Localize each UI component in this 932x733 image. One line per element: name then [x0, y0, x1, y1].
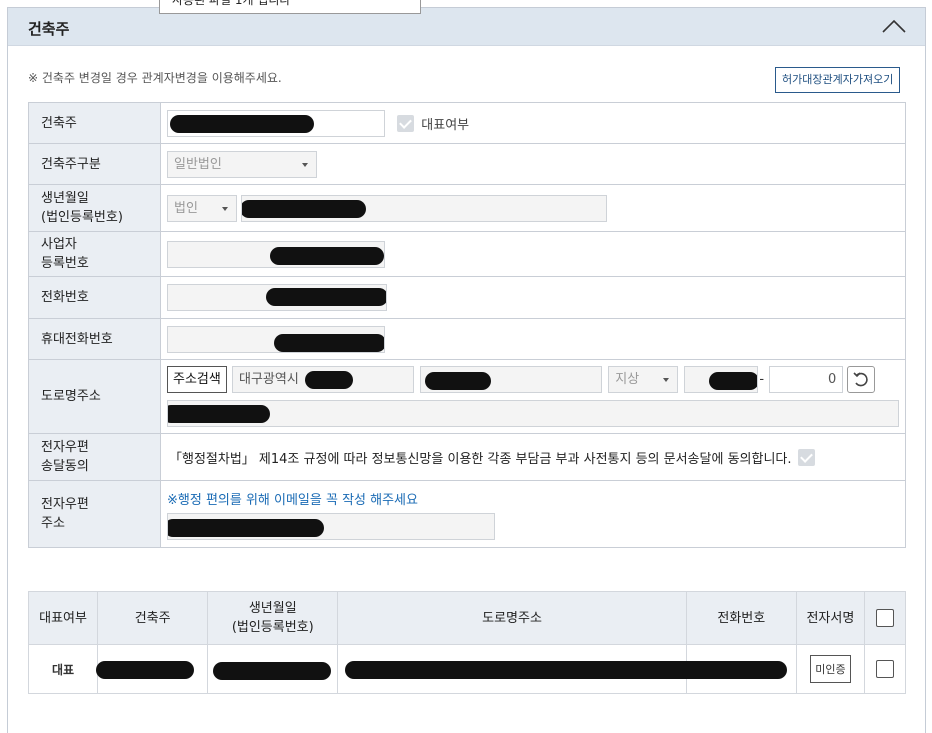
panel-title: 건축주	[28, 20, 70, 38]
email-label: 전자우편	[41, 497, 89, 512]
redaction	[242, 199, 367, 218]
address-dash: -	[759, 372, 765, 387]
row-epost-agree: 전자우편송달동의 「행정절차법」 제14조 규정에 따라 정보통신망을 이용한 …	[28, 433, 906, 481]
signature-status-button[interactable]: 미인증	[810, 655, 851, 683]
dropdown-arrow-icon	[663, 378, 670, 382]
dropdown-arrow-icon	[302, 162, 308, 167]
phone-label: 전화번호	[28, 276, 161, 319]
select-all-checkbox[interactable]	[875, 609, 894, 627]
col-phone: 전화번호	[685, 591, 797, 645]
mobile-label: 휴대전화번호	[28, 318, 161, 360]
redaction	[168, 518, 324, 537]
address-city-input[interactable]: 대구광역시	[231, 366, 414, 393]
representative-label: 대표여부	[421, 117, 470, 133]
redaction	[304, 371, 353, 389]
email-label-sub: 주소	[41, 516, 65, 531]
redaction	[213, 662, 332, 680]
epost-agree-label-sub: 송달동의	[41, 459, 89, 474]
dropdown-arrow-icon	[222, 206, 228, 211]
owner-list-table: 대표여부 건축주 생년월일 (법인등록번호) 도로명주소 전화번호 전자서명 대표…	[27, 591, 907, 694]
main-number-input[interactable]	[684, 366, 759, 393]
redaction	[425, 372, 492, 390]
mobile-input[interactable]	[167, 325, 385, 353]
row-bizno: 사업자등록번호	[28, 231, 906, 277]
chevron-up-icon[interactable]	[881, 17, 907, 37]
address-road-input[interactable]	[420, 366, 603, 393]
owner-type-select[interactable]: 일반법인	[167, 150, 317, 178]
bizno-label: 사업자	[41, 237, 77, 252]
row-birth: 생년월일 (법인등록번호) 법인	[28, 184, 906, 232]
owner-panel: 건축주 사용된 파일 1개 입니다 ※ 건축주 변경일 경우 관계자변경을 이용…	[7, 0, 926, 733]
redaction	[170, 114, 314, 133]
table-header-row: 대표여부 건축주 생년월일 (법인등록번호) 도로명주소 전화번호 전자서명	[27, 591, 907, 645]
col-road-address: 도로명주소	[337, 591, 687, 645]
address-city-text: 대구광역시	[238, 372, 299, 387]
redaction	[266, 288, 386, 306]
owner-name-input[interactable]	[167, 109, 385, 137]
epost-agree-label: 전자우편	[41, 440, 89, 455]
birth-type-value: 법인	[174, 200, 198, 216]
road-address-label: 도로명주소	[28, 359, 161, 434]
bizno-label-sub: 등록번호	[41, 256, 89, 271]
birth-type-select[interactable]: 법인	[167, 194, 237, 222]
redaction	[270, 246, 384, 265]
sub-number-value: 0	[827, 372, 837, 387]
refresh-icon[interactable]	[847, 366, 876, 393]
birth-label-sub: (법인등록번호)	[41, 210, 123, 225]
redaction	[96, 661, 195, 679]
tooltip-text: 사용된 파일 1개 입니다	[172, 0, 291, 7]
row-phone: 전화번호	[28, 276, 906, 319]
row-owner-type: 건축주구분 일반법인	[28, 143, 906, 185]
row-representative: 대표	[27, 644, 99, 694]
col-owner: 건축주	[97, 591, 209, 645]
col-birth-sub: (법인등록번호)	[231, 620, 314, 635]
sub-number-input[interactable]: 0	[769, 366, 844, 393]
row-mobile: 휴대전화번호	[28, 318, 906, 360]
address-search-button[interactable]: 주소검색	[167, 366, 227, 393]
redaction	[709, 372, 758, 390]
col-birth: 생년월일	[248, 601, 297, 616]
row-email: 전자우편주소 ※행정 편의를 위해 이메일을 꼭 작성 해주세요	[28, 480, 906, 548]
panel-header: 건축주	[8, 8, 925, 46]
address-detail-input[interactable]	[167, 400, 899, 427]
redaction	[274, 333, 384, 352]
land-type-select[interactable]: 지상	[608, 366, 679, 393]
row-select-checkbox[interactable]	[875, 660, 894, 678]
owner-form: 건축주 대표여부 건축주구분 일반법인 생년월일 (법인등록번호) 법인 사업자…	[28, 102, 906, 548]
email-hint: ※행정 편의를 위해 이메일을 꼭 작성 해주세요	[167, 492, 418, 508]
owner-type-label: 건축주구분	[28, 143, 161, 185]
file-tooltip: 사용된 파일 1개 입니다	[159, 0, 421, 14]
row-road-address: 도로명주소 주소검색 대구광역시 지상 - 0	[28, 359, 906, 434]
load-permit-relations-button[interactable]: 허가대장관계자가져오기	[775, 67, 901, 93]
phone-input[interactable]	[167, 284, 387, 311]
birth-label: 생년월일	[41, 191, 89, 206]
col-signature: 전자서명	[795, 591, 865, 645]
email-input[interactable]	[167, 512, 495, 540]
row-owner: 건축주 대표여부	[28, 102, 906, 144]
owner-label: 건축주	[28, 102, 161, 144]
corp-reg-number-input[interactable]	[241, 194, 608, 222]
land-type-value: 지상	[615, 372, 640, 387]
notice-text: ※ 건축주 변경일 경우 관계자변경을 이용해주세요.	[28, 71, 282, 85]
col-representative: 대표여부	[27, 591, 99, 645]
representative-checkbox[interactable]	[397, 114, 415, 132]
owner-type-value: 일반법인	[174, 156, 222, 172]
business-number-input[interactable]	[167, 240, 385, 268]
epost-agree-text: 「행정절차법」 제14조 규정에 따라 정보통신망을 이용한 각종 부담금 부과…	[169, 451, 792, 467]
redaction	[168, 405, 270, 423]
epost-agree-checkbox[interactable]	[797, 448, 815, 466]
table-row[interactable]: 대표 미인증	[27, 644, 907, 694]
